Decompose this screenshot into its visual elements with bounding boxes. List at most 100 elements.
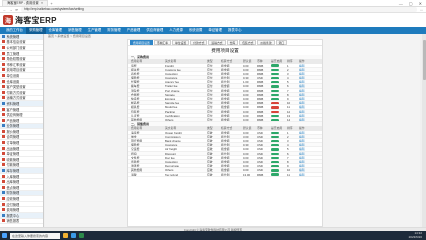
enabled-toggle[interactable] (271, 131, 279, 134)
sub-tab[interactable]: 包装方式 (239, 40, 257, 45)
nav-item[interactable]: 报表中心 (225, 27, 245, 34)
nav-item[interactable]: 我的工作台 (3, 27, 26, 34)
folder-icon (2, 79, 5, 83)
close-tab-icon[interactable]: ✕ (41, 1, 44, 6)
nav-item[interactable]: 销售管理 (65, 27, 85, 34)
table-body: 海运费 Ocean freight 应收 按金额 0.00 USD 1 编辑 佣金 Commiss… (128, 131, 322, 177)
enabled-toggle[interactable] (271, 135, 279, 138)
table-cell: RMB (257, 172, 264, 177)
enabled-toggle[interactable] (271, 173, 279, 176)
enabled-toggle[interactable] (271, 93, 279, 96)
enabled-toggle[interactable] (271, 156, 279, 159)
sub-tab[interactable]: 费用项目设置 (130, 40, 153, 45)
nav-item[interactable]: 财务管理 (104, 27, 124, 34)
sidebar-item-label: 角色权限设置 (6, 57, 26, 62)
edit-link[interactable]: 编辑 (299, 173, 311, 176)
back-icon[interactable]: ← (3, 8, 6, 12)
folder-icon (2, 163, 5, 167)
nav-item[interactable]: 仓库管理 (46, 27, 66, 34)
sub-tab[interactable]: 价格条款 (257, 40, 275, 45)
sidebar-item-label: 费用管理 (6, 208, 20, 213)
maximize-icon[interactable]: ▢ (409, 1, 413, 6)
scrollbar-thumb[interactable] (422, 40, 426, 80)
sidebar-item-label: 客户管理 (6, 107, 20, 112)
nav-item[interactable]: 采购管理 (25, 27, 46, 34)
enabled-toggle[interactable] (271, 81, 279, 84)
reload-icon[interactable]: ⟳ (15, 8, 18, 12)
enabled-toggle[interactable] (271, 89, 279, 92)
nav-item[interactable]: 产品管理 (124, 27, 144, 34)
folder-icon (2, 202, 5, 206)
scrollbar[interactable] (422, 34, 426, 227)
enabled-toggle[interactable] (271, 68, 279, 71)
sidebar-item-label: 客户类型设置 (6, 85, 26, 90)
folder-icon (2, 208, 5, 212)
enabled-toggle[interactable] (271, 72, 279, 76)
enabled-toggle[interactable] (271, 148, 279, 151)
sidebar-item[interactable]: 销售报表 (0, 219, 43, 225)
folder-icon (2, 101, 5, 105)
nav-item[interactable]: 系统设置 (186, 27, 206, 34)
nav-item[interactable]: 生产管理 (85, 27, 105, 34)
folder-icon (2, 68, 5, 72)
enabled-cell (271, 173, 287, 176)
enabled-toggle[interactable] (271, 77, 279, 80)
enabled-toggle[interactable] (271, 165, 279, 168)
sub-tab[interactable]: 付款方式 (190, 40, 208, 45)
sidebar-item-label: 供应商管理 (6, 113, 23, 118)
start-icon[interactable] (2, 233, 7, 238)
sidebar-item-label: 系统管理 (6, 34, 20, 39)
browser-tab[interactable]: 海客宝ERP - 费用设置 ✕ (2, 0, 49, 6)
folder-icon (2, 219, 5, 223)
enabled-toggle[interactable] (271, 169, 279, 172)
enabled-toggle[interactable] (271, 139, 279, 143)
enabled-toggle[interactable] (271, 64, 279, 67)
enabled-toggle[interactable] (271, 144, 279, 147)
sub-tab[interactable]: 仓库 (226, 40, 239, 45)
sub-tab[interactable]: 单位设置 (172, 40, 190, 45)
settings-panel: 费用项目设置 币种汇率 单位设置 付款方式 运输方式 仓库 包装方式 价格条款 港口 费用项目设… (127, 39, 323, 227)
enabled-toggle[interactable] (271, 85, 279, 88)
folder-icon (2, 118, 5, 122)
minimize-icon[interactable]: — (399, 1, 403, 6)
sub-tab[interactable]: 币种汇率 (153, 40, 171, 45)
enabled-toggle[interactable] (271, 160, 279, 164)
taskbar-search[interactable]: 在这里输入你要搜索的内容 (10, 232, 60, 239)
browser-icon[interactable] (71, 233, 76, 238)
enabled-toggle[interactable] (271, 97, 279, 101)
folder-icon (2, 185, 5, 189)
menu-icon[interactable]: ⋯ (420, 8, 423, 12)
enabled-toggle[interactable] (271, 106, 279, 109)
enabled-toggle[interactable] (271, 114, 279, 117)
new-tab-button[interactable]: + (50, 1, 52, 6)
nav-item[interactable]: 供应商管理 (143, 27, 166, 34)
sidebar-item-label: 付款方式设置 (6, 90, 26, 95)
enabled-toggle[interactable] (271, 102, 279, 105)
close-window-icon[interactable]: ✕ (419, 1, 422, 6)
folder-icon (2, 135, 5, 139)
nav-item[interactable]: 单证管理 (205, 27, 225, 34)
sidebar-item-label: 报表中心 (6, 213, 20, 218)
app-icon[interactable] (79, 233, 84, 238)
enabled-toggle[interactable] (271, 152, 279, 155)
browser-titlebar: 海客宝ERP - 费用设置 ✕ + — ▢ ✕ (0, 0, 426, 7)
explorer-icon[interactable] (63, 233, 68, 238)
forward-icon[interactable]: → (9, 8, 12, 12)
folder-icon (2, 129, 5, 133)
sub-tab[interactable]: 港口 (275, 40, 288, 45)
table-cell: 按比例 (221, 172, 230, 177)
table-cell: Tax refund (165, 172, 179, 177)
folder-icon (2, 180, 5, 184)
enabled-toggle[interactable] (271, 118, 279, 122)
sub-tab[interactable]: 运输方式 (208, 40, 226, 45)
sidebar-item-label: 销售报表 (6, 219, 20, 224)
sidebar-item-label: 出运管理 (6, 146, 20, 151)
browser-tab-label: 海客宝ERP - 费用设置 (7, 1, 39, 5)
os-taskbar: 在这里输入你要搜索的内容 14:32 2023/6/20 (0, 231, 426, 240)
nav-item[interactable]: 人力资源 (166, 27, 186, 34)
main-nav: 我的工作台 采购管理 仓库管理 销售管理 生产管理 财务管理 产品管理 供应商管理 人力资源 系统… (0, 27, 426, 34)
folder-icon (2, 34, 5, 38)
sidebar-item-label: 产品管理 (6, 118, 20, 123)
url-field[interactable]: http://erp.haikebao.com/system/tax/setti… (21, 7, 417, 12)
enabled-toggle[interactable] (271, 110, 279, 113)
